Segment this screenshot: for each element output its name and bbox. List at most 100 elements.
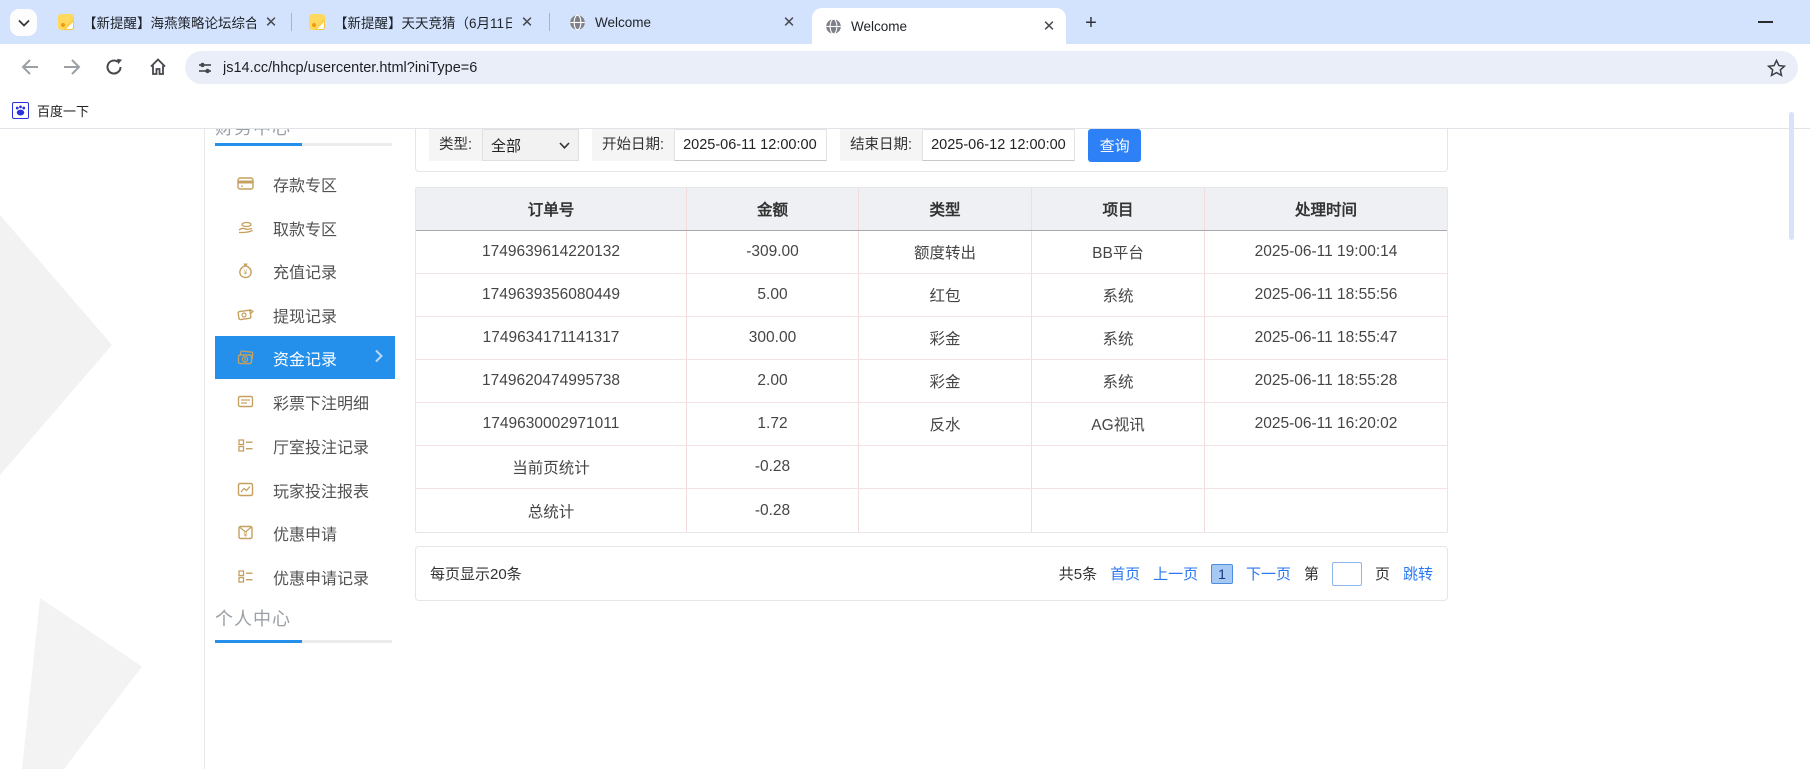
tab-tiantian-guess[interactable]: 【新提醒】天天竞猜（6月11日 ✕: [296, 0, 544, 44]
table-row-grand-total: 总统计 -0.28: [416, 489, 1447, 532]
next-page-link[interactable]: 下一页: [1246, 563, 1291, 584]
table-cell: 额度转出: [859, 231, 1032, 273]
background-triangle-shape: [0, 215, 112, 475]
forum-favicon: [309, 14, 325, 30]
pagination-bar: 每页显示20条 共5条 首页 上一页 1 下一页 第 页 跳转: [415, 546, 1448, 601]
tab-close-icon[interactable]: ✕: [1040, 17, 1058, 35]
reload-button[interactable]: [100, 53, 128, 81]
promo-envelope-icon: ¥: [237, 524, 254, 541]
withdraw-hand-icon: [237, 219, 254, 236]
tab-welcome-1[interactable]: Welcome ✕: [556, 0, 806, 44]
url-text[interactable]: js14.cc/hhcp/usercenter.html?iniType=6: [223, 60, 1767, 76]
sidebar-item-room-bet-records[interactable]: 厅室投注记录: [215, 424, 395, 467]
address-bar[interactable]: js14.cc/hhcp/usercenter.html?iniType=6: [185, 51, 1798, 84]
page-scrollbar-thumb[interactable]: [1789, 112, 1794, 240]
sidebar-item-promo-apply-records[interactable]: 优惠申请记录: [215, 555, 395, 598]
first-page-link[interactable]: 首页: [1110, 563, 1140, 584]
current-page-badge[interactable]: 1: [1211, 564, 1233, 584]
tab-title: Welcome: [851, 19, 1034, 34]
reload-icon: [105, 58, 123, 76]
table-cell: [1032, 446, 1205, 488]
table-cell: 系统: [1032, 317, 1205, 359]
tab-strip: 【新提醒】海燕策略论坛综合交 ✕ 【新提醒】天天竞猜（6月11日 ✕ Welco…: [0, 0, 1810, 44]
type-select[interactable]: 全部: [482, 129, 579, 161]
sidebar-item-funds-records[interactable]: ¥ 资金记录: [215, 336, 395, 379]
sidebar-item-label: 彩票下注明细: [273, 390, 369, 414]
query-button[interactable]: 查询: [1088, 129, 1141, 162]
jump-button[interactable]: 跳转: [1403, 563, 1433, 584]
chevron-right-icon: [374, 349, 383, 363]
table-cell: 当前页统计: [416, 446, 687, 488]
sidebar-item-player-bet-report[interactable]: 玩家投注报表: [215, 468, 395, 511]
table-cell: 1.72: [687, 403, 859, 445]
select-caret-icon: [559, 142, 570, 149]
column-header-project: 项目: [1032, 188, 1205, 230]
sidebar-item-label: 取款专区: [273, 216, 337, 240]
globe-favicon: [569, 14, 586, 31]
globe-favicon: [825, 18, 842, 35]
table-cell: 彩金: [859, 317, 1032, 359]
tab-search-button[interactable]: [10, 9, 37, 36]
tab-close-icon[interactable]: ✕: [780, 13, 798, 31]
sidebar-item-withdraw-zone[interactable]: 取款专区: [215, 206, 395, 249]
bookmarks-bar: 百度一下: [0, 91, 1810, 129]
sidebar-item-lottery-bet-detail[interactable]: 彩票下注明细: [215, 380, 395, 423]
money-bag-icon: ¥: [237, 262, 254, 279]
start-date-input[interactable]: [674, 129, 827, 161]
sidebar-item-deposit-zone[interactable]: 存款专区: [215, 162, 395, 205]
table-row: 1749630002971011 1.72 反水 AG视讯 2025-06-11…: [416, 403, 1447, 446]
end-date-input[interactable]: [922, 129, 1075, 161]
table-cell: 反水: [859, 403, 1032, 445]
browser-window: 【新提醒】海燕策略论坛综合交 ✕ 【新提醒】天天竞猜（6月11日 ✕ Welco…: [0, 0, 1810, 769]
prev-page-link[interactable]: 上一页: [1153, 563, 1198, 584]
tab-haiyan-forum[interactable]: 【新提醒】海燕策略论坛综合交 ✕: [45, 0, 288, 44]
funds-record-table: 订单号 金额 类型 项目 处理时间 1749639614220132 -309.…: [415, 187, 1448, 533]
svg-text:¥: ¥: [244, 532, 248, 539]
tab-title: 【新提醒】天天竞猜（6月11日: [334, 12, 512, 32]
home-button[interactable]: [144, 53, 172, 81]
tab-close-icon[interactable]: ✕: [262, 13, 280, 31]
tab-welcome-2-active[interactable]: Welcome ✕: [812, 8, 1066, 44]
table-cell: 1749630002971011: [416, 403, 687, 445]
page-jump-input[interactable]: [1332, 562, 1362, 586]
table-row: 1749620474995738 2.00 彩金 系统 2025-06-11 1…: [416, 360, 1447, 403]
arrow-left-icon: [21, 59, 39, 75]
tab-title: Welcome: [595, 15, 774, 30]
sidebar-item-recharge-records[interactable]: ¥ 充值记录: [215, 249, 395, 292]
table-cell: 2025-06-11 19:00:14: [1205, 231, 1447, 273]
sidebar-item-label: 提现记录: [273, 303, 337, 327]
forward-button[interactable]: [58, 53, 86, 81]
pagination-controls: 共5条 首页 上一页 1 下一页 第 页 跳转: [1059, 562, 1433, 586]
room-list-icon: [237, 437, 254, 454]
forum-favicon: [58, 14, 74, 30]
bookmark-baidu[interactable]: 百度一下: [12, 97, 89, 123]
section-underline: [215, 640, 392, 643]
sidebar-item-withdrawal-records[interactable]: 提现记录: [215, 293, 395, 336]
promo-list-icon: [237, 568, 254, 585]
column-header-amount: 金额: [687, 188, 859, 230]
back-button[interactable]: [16, 53, 44, 81]
tab-separator: [291, 13, 292, 31]
table-cell: 总统计: [416, 489, 687, 532]
tab-close-icon[interactable]: ✕: [518, 13, 536, 31]
table-cell: 1749639614220132: [416, 231, 687, 273]
tab-separator: [549, 13, 550, 31]
sidebar-item-label: 优惠申请: [273, 521, 337, 545]
sidebar-item-label: 存款专区: [273, 172, 337, 196]
svg-text:¥: ¥: [244, 270, 248, 277]
jump-suffix-text: 页: [1375, 563, 1390, 584]
new-tab-button[interactable]: +: [1078, 10, 1104, 36]
table-cell: 1749620474995738: [416, 360, 687, 402]
table-cell: [859, 446, 1032, 488]
start-date-label: 开始日期:: [592, 129, 674, 161]
sidebar-item-promo-apply[interactable]: ¥ 优惠申请: [215, 511, 395, 554]
bookmark-star-icon[interactable]: [1767, 59, 1786, 77]
section-underline: [215, 143, 392, 146]
window-minimize-button[interactable]: [1758, 21, 1773, 23]
bookmark-label: 百度一下: [37, 101, 89, 120]
site-info-icon[interactable]: [197, 60, 213, 76]
table-cell: 1749634171141317: [416, 317, 687, 359]
sidebar-item-label: 充值记录: [273, 259, 337, 283]
arrow-right-icon: [63, 59, 81, 75]
column-header-order-id: 订单号: [416, 188, 687, 230]
